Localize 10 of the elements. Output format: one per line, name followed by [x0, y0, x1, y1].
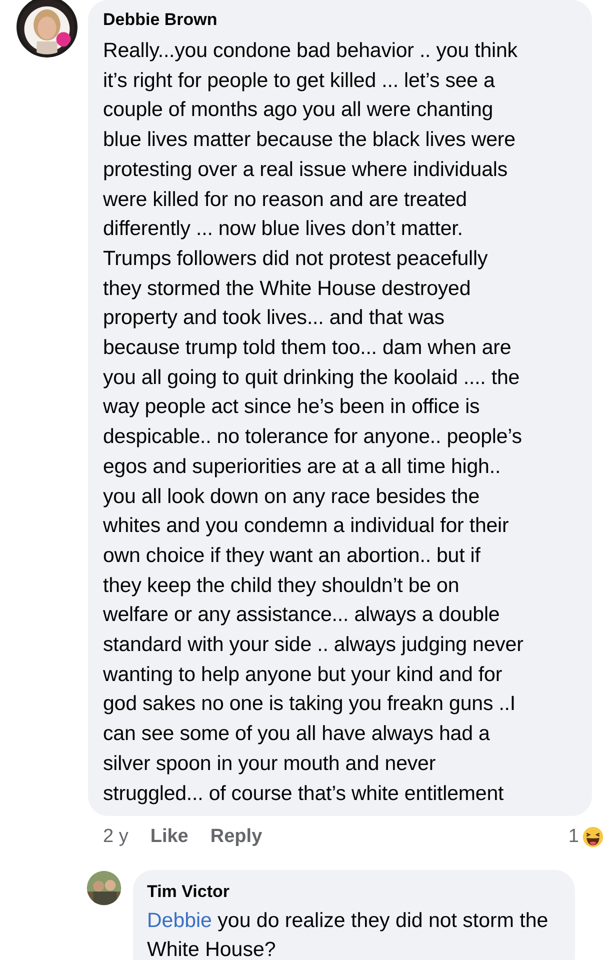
comment-text: Really...you condone bad behavior .. you think it’s right for people to get killed ... let’s see a couple of months ago you all were chanting blue lives matter because the black lives were protesting over a real issue where individuals were killed for no reason and are treated differently ... now blue lives don’t matter. Trumps followers did not protest peacefully they stormed the White House destroyed property and took lives... and that was because trump told them too... dam when are you all going to quit drinking the koolaid .... the way people act since he’s been in office is despicable.. no tolerance for anyone.. people’s egos and superiorities are at a all time high.. you all look down on any race besides the whites and you condemn a individual for their own choice if they want an abortion.. but if they keep the child they shouldn’t be on welfare or any assistance... always a double standard with your side .. always judging never wanting to help anyone but your kind and for god sakes no one is taking you freakn guns ..I can see some of you all have always had a silver spoon in your mouth and never struggled... of course that’s white entitlement — [103, 38, 524, 807]
author-name[interactable]: Tim Victor — [147, 880, 561, 904]
reaction-count[interactable]: 1 — [568, 826, 579, 848]
laughing-face-icon[interactable] — [582, 826, 604, 848]
timestamp: 2 y — [103, 826, 128, 848]
author-name[interactable]: Debbie Brown — [103, 8, 582, 32]
mention-link[interactable]: Debbie — [147, 909, 212, 932]
action-link[interactable]: Like — [150, 826, 188, 848]
reply-text: Debbie you do realize they did not storm the White House? — [147, 908, 550, 960]
action-link[interactable]: Reply — [210, 826, 262, 848]
